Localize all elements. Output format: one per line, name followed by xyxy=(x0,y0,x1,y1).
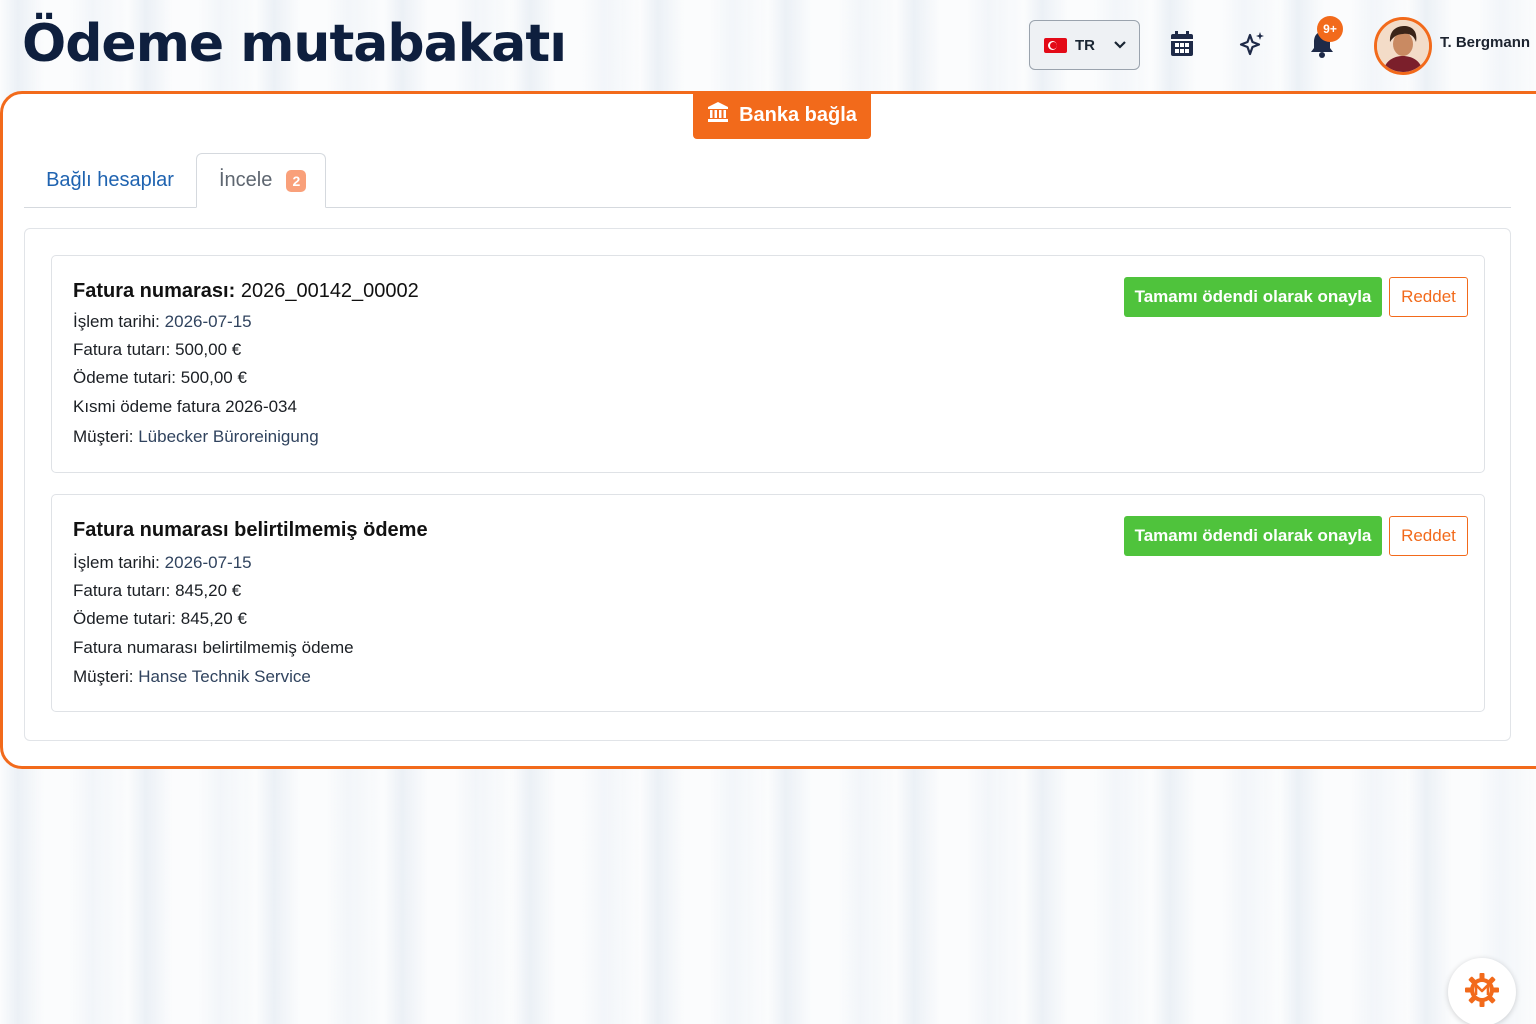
transaction-date-value: 2026-07-15 xyxy=(164,553,252,572)
invoice-amount: Fatura tutarı: 500,00 € xyxy=(73,340,241,360)
tab-label: Bağlı hesaplar xyxy=(46,169,174,191)
transaction-date: İşlem tarihi: 2026-07-15 xyxy=(73,553,252,573)
confirm-fully-paid-button[interactable]: Tamamı ödendi olarak onayla xyxy=(1124,516,1382,556)
invoice-amount: Fatura tutarı: 845,20 € xyxy=(73,581,241,601)
user-name[interactable]: T. Bergmann xyxy=(1440,34,1530,51)
help-button[interactable] xyxy=(1448,958,1516,1024)
language-select[interactable]: TR xyxy=(1029,20,1140,70)
bank-icon xyxy=(707,101,729,129)
top-header: Ödeme mutabakatı TR 9+ T. Bergmann xyxy=(0,0,1536,92)
payment-amount-label: Ödeme tutari: xyxy=(73,609,176,628)
invoice-number-label: Fatura numarası belirtilmemiş ödeme xyxy=(73,519,428,541)
payment-card: Fatura numarası: 2026_00142_00002 İşlem … xyxy=(51,255,1485,473)
language-code: TR xyxy=(1075,36,1095,54)
review-panel: Fatura numarası: 2026_00142_00002 İşlem … xyxy=(24,228,1511,741)
invoice-number-label: Fatura numarası: xyxy=(73,280,236,302)
invoice-amount-label: Fatura tutarı: xyxy=(73,340,171,359)
sparkle-icon[interactable] xyxy=(1234,26,1270,62)
avatar[interactable] xyxy=(1374,17,1432,75)
card-title: Fatura numarası: 2026_00142_00002 xyxy=(73,280,419,303)
customer-value: Hanse Technik Service xyxy=(138,667,311,686)
customer-label: Müşteri: xyxy=(73,667,134,686)
transaction-date-label: İşlem tarihi: xyxy=(73,553,160,572)
payment-amount: Ödeme tutari: 500,00 € xyxy=(73,368,247,388)
chevron-down-icon xyxy=(1113,36,1127,59)
payment-card: Fatura numarası belirtilmemiş ödeme İşle… xyxy=(51,494,1485,712)
transaction-date-value: 2026-07-15 xyxy=(164,312,252,331)
gear-logo-icon xyxy=(1464,972,1500,1013)
invoice-amount-value: 845,20 € xyxy=(175,581,242,600)
page-title: Ödeme mutabakatı xyxy=(22,14,567,74)
invoice-amount-label: Fatura tutarı: xyxy=(73,581,171,600)
turkey-flag-icon xyxy=(1044,37,1067,53)
tab-linked-accounts[interactable]: Bağlı hesaplar xyxy=(24,153,196,208)
notification-count-badge: 9+ xyxy=(1317,16,1343,42)
customer-value: Lübecker Büroreinigung xyxy=(138,427,319,446)
review-count-badge: 2 xyxy=(286,169,307,192)
payment-amount-value: 500,00 € xyxy=(180,368,247,387)
tab-review[interactable]: İncele 2 xyxy=(196,153,326,208)
payment-description: Kısmi ödeme fatura 2026-034 xyxy=(73,397,297,416)
connect-bank-button[interactable]: Banka bağla xyxy=(693,91,871,139)
calendar-icon[interactable] xyxy=(1164,26,1200,62)
customer-label: Müşteri: xyxy=(73,427,134,446)
payment-amount-value: 845,20 € xyxy=(180,609,247,628)
transaction-date: İşlem tarihi: 2026-07-15 xyxy=(73,312,252,332)
invoice-amount-value: 500,00 € xyxy=(175,340,242,359)
customer: Müşteri: Lübecker Büroreinigung xyxy=(73,427,319,447)
connect-bank-label: Banka bağla xyxy=(739,103,857,126)
payment-description: Fatura numarası belirtilmemiş ödeme xyxy=(73,638,354,657)
confirm-fully-paid-button[interactable]: Tamamı ödendi olarak onayla xyxy=(1124,277,1382,317)
reject-button[interactable]: Reddet xyxy=(1389,516,1468,556)
invoice-number-value: 2026_00142_00002 xyxy=(240,280,419,302)
customer: Müşteri: Hanse Technik Service xyxy=(73,667,311,687)
tab-label: İncele xyxy=(219,169,273,191)
payment-amount-label: Ödeme tutari: xyxy=(73,368,176,387)
payment-amount: Ödeme tutari: 845,20 € xyxy=(73,609,247,629)
tab-bar: Bağlı hesaplar İncele 2 xyxy=(24,153,1511,208)
reject-button[interactable]: Reddet xyxy=(1389,277,1468,317)
transaction-date-label: İşlem tarihi: xyxy=(73,312,160,331)
card-title: Fatura numarası belirtilmemiş ödeme xyxy=(73,519,428,542)
